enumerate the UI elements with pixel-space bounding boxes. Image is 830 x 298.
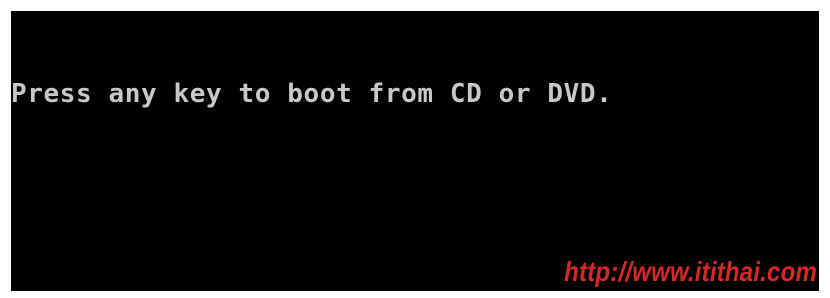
screenshot-frame: Press any key to boot from CD or DVD. ht… (0, 0, 830, 298)
boot-prompt-text: Press any key to boot from CD or DVD. (11, 79, 613, 109)
boot-console-screen: Press any key to boot from CD or DVD. ht… (11, 11, 819, 291)
boot-prompt-line: Press any key to boot from CD or DVD. (11, 81, 612, 107)
watermark: http://www.itithai.com (564, 256, 817, 288)
